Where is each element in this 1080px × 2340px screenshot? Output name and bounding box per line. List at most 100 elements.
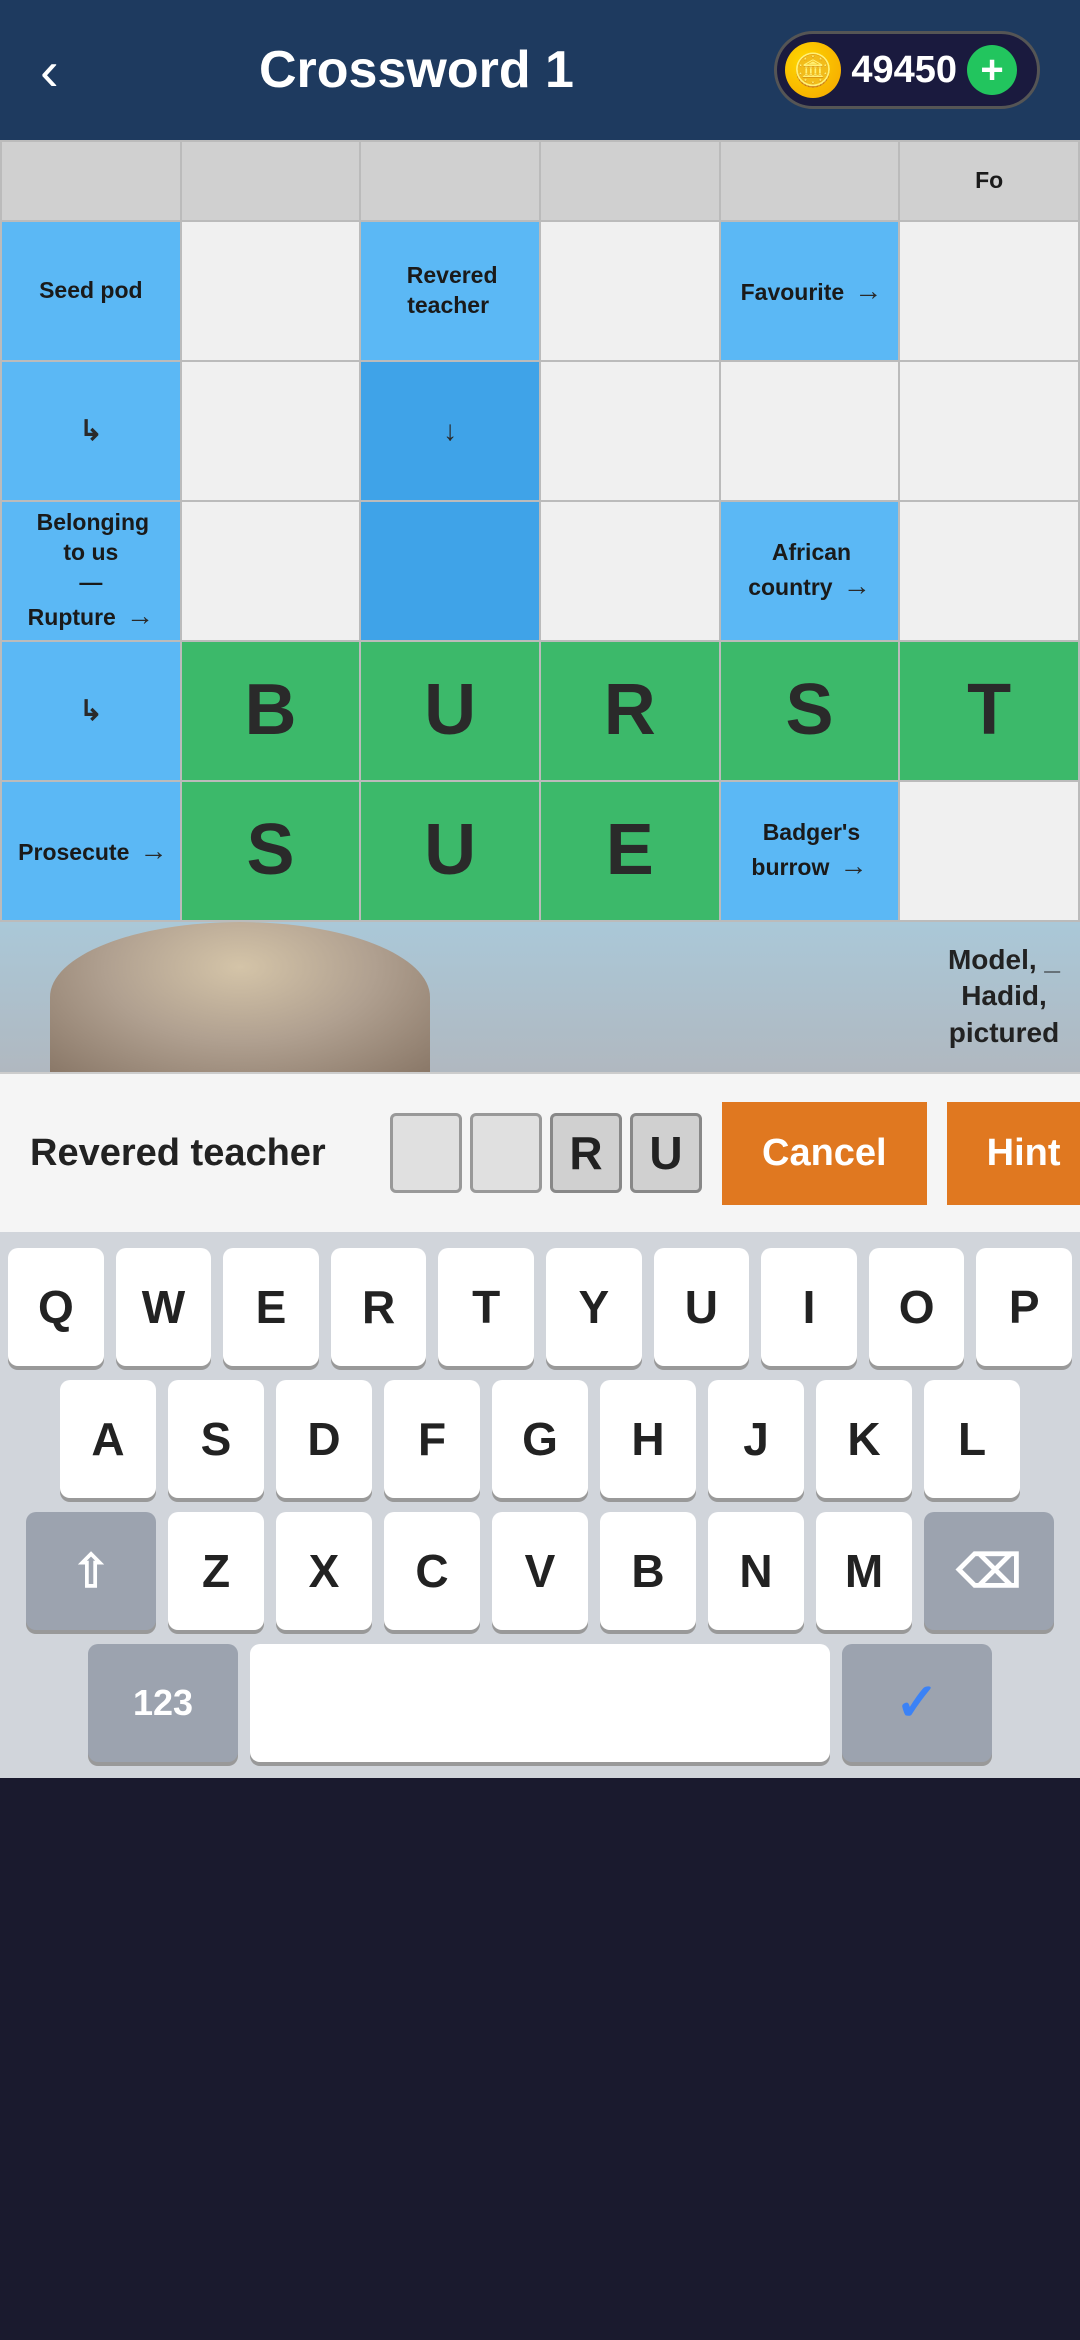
top-bar: ‹ Crossword 1 🪙 49450 + — [0, 0, 1080, 140]
cell-r1c5 — [899, 221, 1079, 361]
cell-r2c5 — [899, 361, 1079, 501]
cell-r0c3 — [540, 141, 720, 221]
arrow-r2c0: ↳ — [79, 415, 102, 446]
key-s[interactable]: S — [168, 1380, 264, 1498]
belonging-arrow: → — [126, 600, 154, 631]
cell-b[interactable]: B — [181, 641, 361, 781]
key-k[interactable]: K — [816, 1380, 912, 1498]
letter-e: E — [606, 810, 654, 890]
key-v[interactable]: V — [492, 1512, 588, 1630]
key-n[interactable]: N — [708, 1512, 804, 1630]
key-u[interactable]: U — [654, 1248, 750, 1366]
key-f[interactable]: F — [384, 1380, 480, 1498]
letter-u-burst: U — [424, 670, 476, 750]
cell-u-burst[interactable]: U — [360, 641, 540, 781]
input-box-1[interactable] — [470, 1113, 542, 1193]
cell-r0c1 — [181, 141, 361, 221]
keyboard: Q W E R T Y U I O P A S D F G H J K L ⇧ … — [0, 1232, 1080, 1778]
cell-prosecute[interactable]: Prosecute → — [1, 781, 181, 921]
keyboard-row-1: Q W E R T Y U I O P — [8, 1248, 1072, 1366]
input-box-0[interactable] — [390, 1113, 462, 1193]
cell-t[interactable]: T — [899, 641, 1079, 781]
key-d[interactable]: D — [276, 1380, 372, 1498]
cell-r3c1 — [181, 501, 361, 641]
key-b[interactable]: B — [600, 1512, 696, 1630]
prosecute-arrow: → — [140, 835, 168, 866]
cell-r2c0: ↳ — [1, 361, 181, 501]
coin-amount: 49450 — [851, 49, 957, 92]
key-x[interactable]: X — [276, 1512, 372, 1630]
favourite-clue: Favourite — [737, 275, 849, 309]
cancel-button[interactable]: Cancel — [722, 1102, 927, 1205]
backspace-button[interactable]: ⌫ — [924, 1512, 1054, 1630]
cell-african-country[interactable]: Africancountry → — [720, 501, 900, 641]
key-y[interactable]: Y — [546, 1248, 642, 1366]
key-z[interactable]: Z — [168, 1512, 264, 1630]
shift-button[interactable]: ⇧ — [26, 1512, 156, 1630]
cell-r3c3 — [540, 501, 720, 641]
cell-revered-teacher[interactable]: Reveredteacher — [360, 221, 540, 361]
cell-r2c4 — [720, 361, 900, 501]
cell-favourite[interactable]: Favourite → — [720, 221, 900, 361]
cell-belonging[interactable]: Belongingto us—Rupture → — [1, 501, 181, 641]
key-a[interactable]: A — [60, 1380, 156, 1498]
key-i[interactable]: I — [761, 1248, 857, 1366]
key-r[interactable]: R — [331, 1248, 427, 1366]
key-l[interactable]: L — [924, 1380, 1020, 1498]
arrow-r4c0: ↳ — [79, 695, 102, 726]
page-title: Crossword 1 — [259, 40, 574, 100]
numbers-button[interactable]: 123 — [88, 1644, 238, 1762]
cell-s-burst[interactable]: S — [720, 641, 900, 781]
letter-t: T — [967, 670, 1011, 750]
cell-r0c0 — [1, 141, 181, 221]
cell-r2c1 — [181, 361, 361, 501]
african-country-clue: Africancountry — [748, 535, 851, 604]
seed-pod-clue: Seed pod — [35, 273, 147, 307]
key-c[interactable]: C — [384, 1512, 480, 1630]
badgers-arrow: → — [839, 850, 867, 881]
prosecute-clue: Prosecute — [14, 835, 133, 869]
key-w[interactable]: W — [116, 1248, 212, 1366]
letter-s: S — [246, 810, 294, 890]
cell-r2c3 — [540, 361, 720, 501]
input-box-3[interactable]: U — [630, 1113, 702, 1193]
input-box-2[interactable]: R — [550, 1113, 622, 1193]
key-t[interactable]: T — [438, 1248, 534, 1366]
letter-u: U — [424, 810, 476, 890]
keyboard-row-3: ⇧ Z X C V B N M ⌫ — [8, 1512, 1072, 1630]
input-clue-text: Revered teacher — [30, 1132, 370, 1175]
cell-r0c2 — [360, 141, 540, 221]
letter-s-burst: S — [785, 670, 833, 750]
cell-r3c5 — [899, 501, 1079, 641]
key-o[interactable]: O — [869, 1248, 965, 1366]
photo-person — [50, 922, 430, 1072]
hint-button[interactable]: Hint — [947, 1102, 1080, 1205]
coin-badge: 🪙 49450 + — [774, 31, 1040, 109]
key-p[interactable]: P — [976, 1248, 1072, 1366]
key-j[interactable]: J — [708, 1380, 804, 1498]
cell-badgers-burrow[interactable]: Badger'sburrow → — [720, 781, 900, 921]
cell-e[interactable]: E — [540, 781, 720, 921]
photo-strip: Model, _Hadid,pictured — [0, 922, 1080, 1072]
down-arrow-r2: ↓ — [443, 415, 457, 446]
cell-seed-pod[interactable]: Seed pod — [1, 221, 181, 361]
space-bar[interactable] — [250, 1644, 830, 1762]
key-m[interactable]: M — [816, 1512, 912, 1630]
back-button[interactable]: ‹ — [40, 38, 59, 103]
cell-r4c0: ↳ — [1, 641, 181, 781]
key-g[interactable]: G — [492, 1380, 588, 1498]
revered-teacher-clue: Reveredteacher — [403, 258, 498, 322]
cell-r[interactable]: R — [540, 641, 720, 781]
coin-plus-button[interactable]: + — [967, 45, 1017, 95]
letter-r: R — [604, 670, 656, 750]
key-q[interactable]: Q — [8, 1248, 104, 1366]
cell-s[interactable]: S — [181, 781, 361, 921]
favourite-arrow: → — [854, 275, 882, 306]
cell-r0c4 — [720, 141, 900, 221]
done-button[interactable]: ✓ — [842, 1644, 992, 1762]
key-h[interactable]: H — [600, 1380, 696, 1498]
cell-u[interactable]: U — [360, 781, 540, 921]
key-e[interactable]: E — [223, 1248, 319, 1366]
african-arrow: → — [843, 570, 871, 601]
input-bar: Revered teacher R U Cancel Hint Okay — [0, 1072, 1080, 1232]
